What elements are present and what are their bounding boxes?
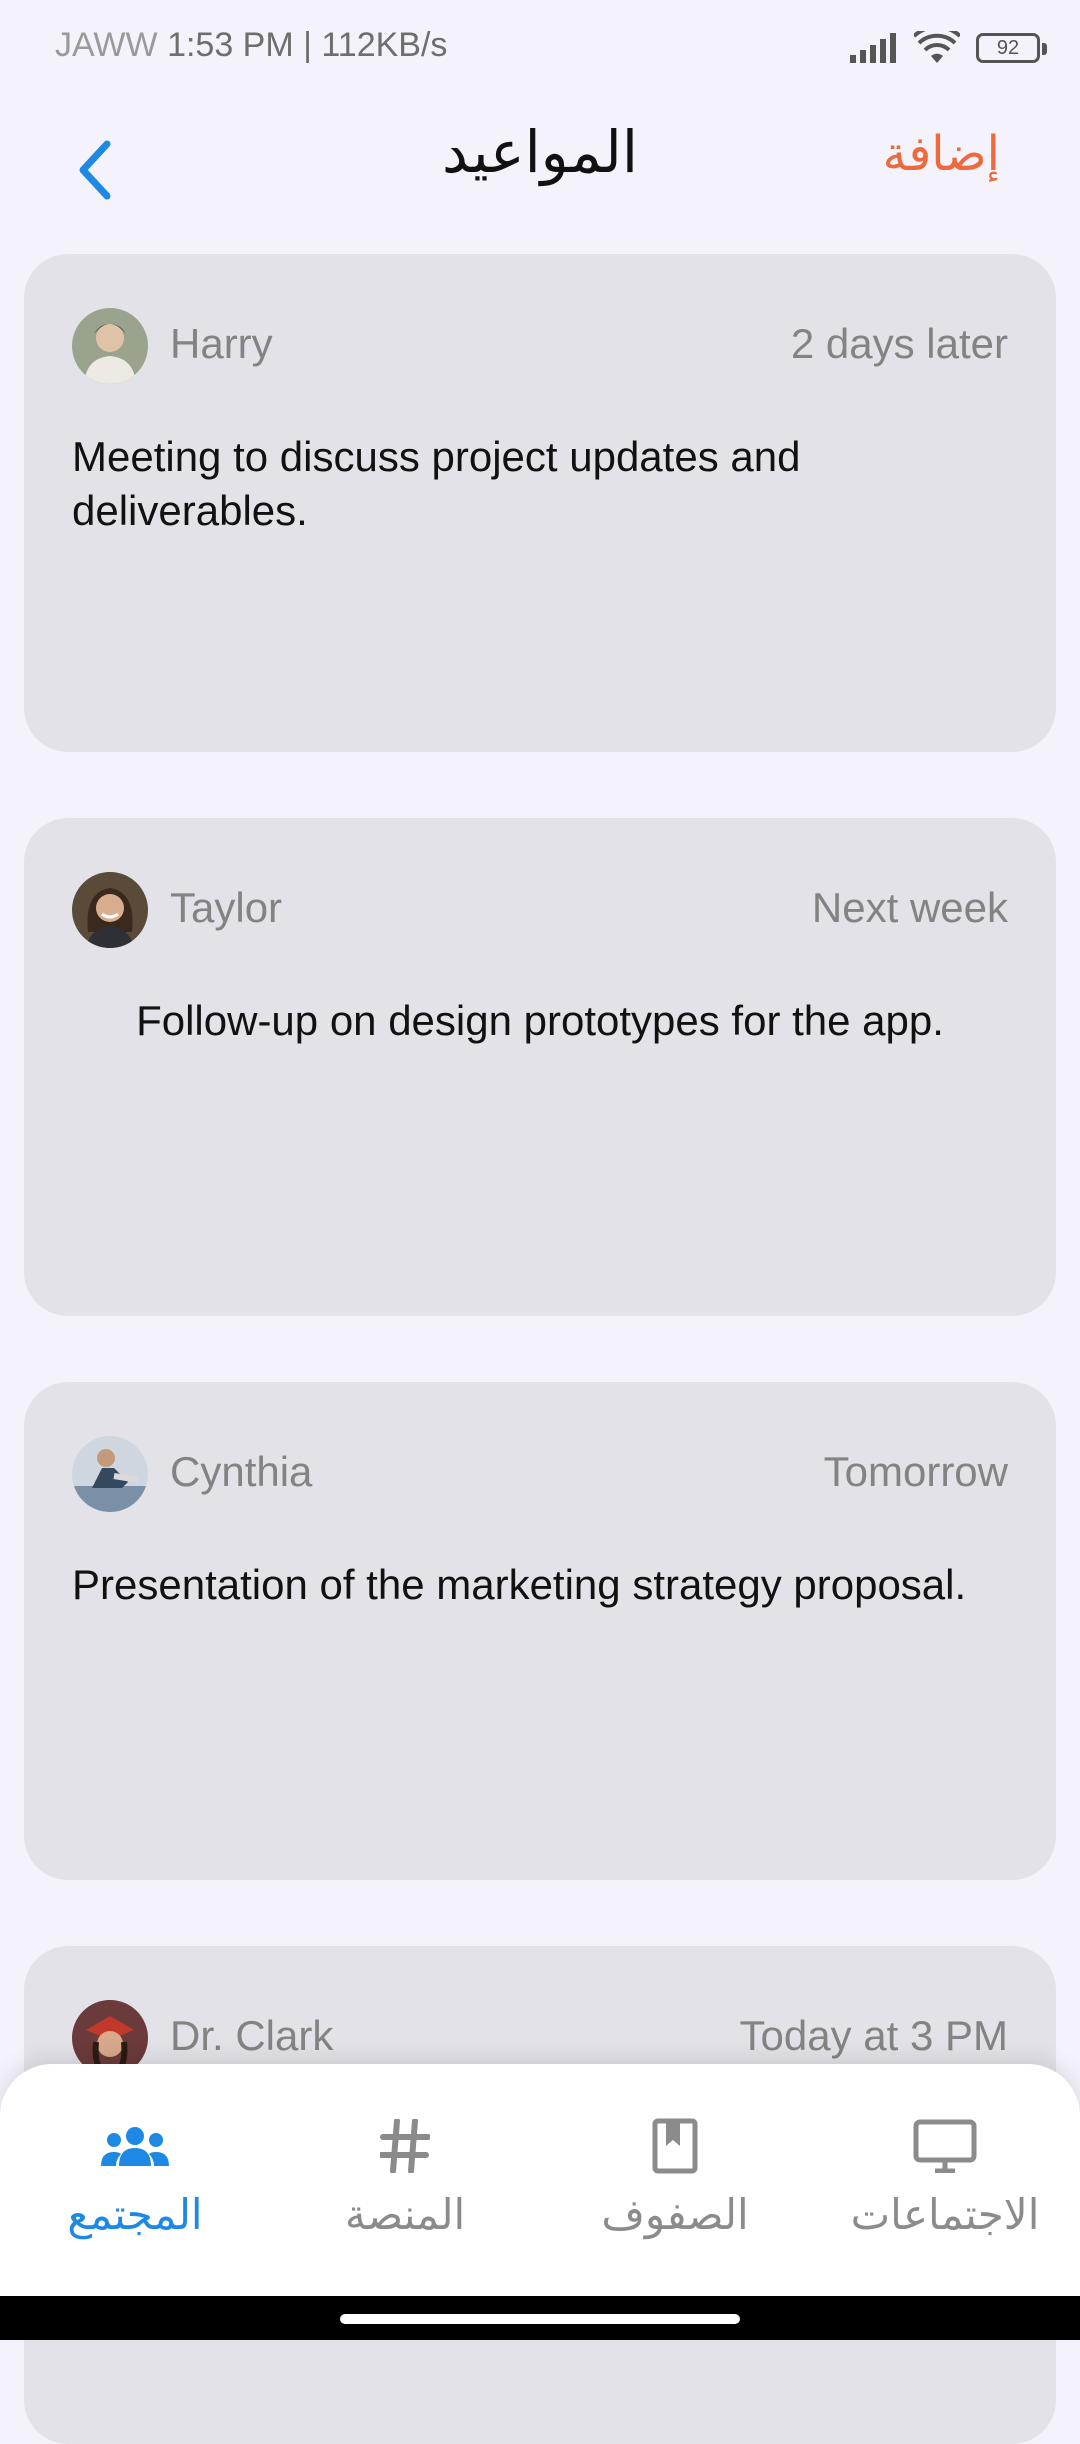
community-icon [101,2127,169,2166]
system-gesture-bar [0,2296,1080,2340]
add-button[interactable]: إضافة [883,126,1000,182]
nav-label: الاجتماعات [850,2190,1040,2239]
contact-name: Taylor [170,884,283,931]
battery-icon: 92 [976,33,1047,63]
nav-item-platform[interactable]: المنصة [270,2116,540,2266]
nav-label: المجتمع [67,2190,203,2239]
appointment-card[interactable]: Taylor Next week Follow-up on design pro… [24,818,1056,1316]
signal-icon [850,33,896,63]
appointment-description: Follow-up on design prototypes for the a… [136,997,944,1044]
nav-item-classes[interactable]: الصفوف [540,2116,810,2266]
nav-item-meetings[interactable]: الاجتماعات [810,2116,1080,2266]
avatar [72,1436,148,1512]
avatar [72,872,148,948]
card-header: Cynthia Tomorrow [72,1436,1008,1512]
appointment-time: 2 days later [790,320,1008,367]
appointment-description: Meeting to discuss project updates and d… [72,433,801,534]
status-bar: JAWW 1:53 PM | 112KB/s 92 [0,0,1080,96]
card-header: Taylor Next week [72,872,1008,948]
avatar [72,308,148,384]
contact-name: Cynthia [170,1448,313,1495]
wifi-icon [914,31,960,63]
bookmark-icon [652,2118,698,2174]
battery-level: 92 [996,36,1020,59]
appointment-time: Today at 3 PM [739,2012,1008,2059]
monitor-icon [913,2119,977,2173]
app-header: المواعيد إضافة [0,96,1080,246]
status-icons: 92 [850,28,1047,68]
contact-name: Dr. Clark [170,2012,334,2059]
carrier-name: JAWW [55,26,158,64]
nav-item-community[interactable]: المجتمع [0,2116,270,2266]
appointment-card[interactable]: Cynthia Tomorrow Presentation of the mar… [24,1382,1056,1880]
bottom-navigation: المجتمع المنصة الصفوف الاجتماعات [0,2064,1080,2296]
appointment-card[interactable]: Harry 2 days later Meeting to discuss pr… [24,254,1056,752]
appointment-description: Presentation of the marketing strategy p… [72,1561,967,1608]
contact-name: Harry [170,320,273,367]
home-indicator[interactable] [340,2314,740,2324]
nav-label: الصفوف [601,2190,749,2239]
card-header: Harry 2 days later [72,308,1008,384]
status-time-speed: 1:53 PM | 112KB/s [167,26,448,64]
status-left: JAWW 1:53 PM | 112KB/s [55,26,447,65]
nav-label: المنصة [344,2190,466,2239]
appointment-time: Next week [811,884,1008,931]
hashtag-icon [380,2119,430,2173]
appointment-time: Tomorrow [823,1448,1008,1495]
